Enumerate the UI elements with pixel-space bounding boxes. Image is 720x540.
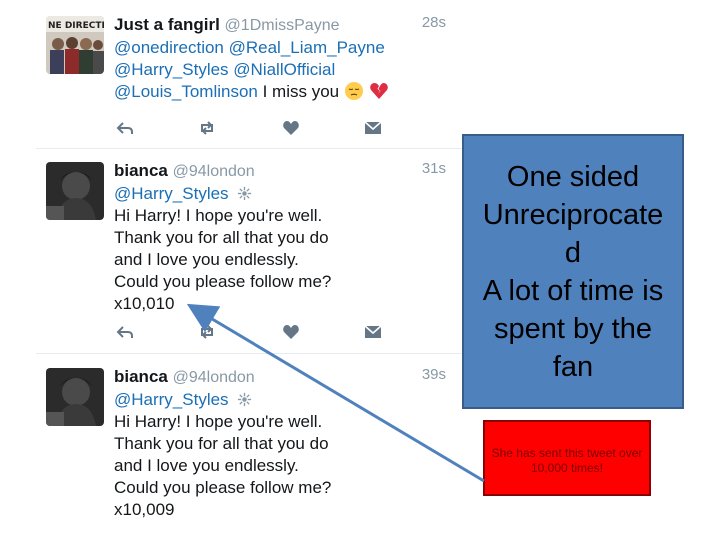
tweet-text-line: Thank you for all that you do — [114, 228, 329, 247]
like-icon[interactable] — [280, 322, 302, 342]
sunflower-badge-icon — [238, 392, 252, 407]
tweet-1: NE DIRECTION Just a fangirl @1DmissPayne… — [36, 14, 456, 135]
display-name[interactable]: Just a fangirl — [114, 15, 220, 34]
tweet-text-line: x10,010 — [114, 294, 175, 313]
annotation-line: d — [564, 236, 582, 269]
retweet-icon[interactable] — [196, 322, 218, 342]
broken-heart-icon — [369, 83, 388, 99]
tweet-text-line: Hi Harry! I hope you're well. — [114, 206, 323, 225]
tweet-mention-line: @Harry_Styles — [114, 389, 456, 411]
tweet-text-line: Hi Harry! I hope you're well. — [114, 412, 323, 431]
tweet-text-line: x10,009 — [114, 500, 175, 519]
user-handle[interactable]: @94london — [173, 369, 255, 386]
avatar[interactable] — [46, 162, 104, 220]
like-icon[interactable] — [280, 118, 302, 138]
tweet-2: bianca @94london @Harry_Styles Hi Harry!… — [36, 160, 456, 340]
tweet-mention-line: @Harry_Styles — [114, 183, 456, 205]
timestamp[interactable]: 28s — [422, 14, 446, 31]
tweet-header: bianca @94london — [114, 366, 456, 389]
dm-icon[interactable] — [362, 322, 384, 342]
tweet-body: bianca @94london @Harry_Styles Hi Harry!… — [114, 366, 456, 521]
timestamp[interactable]: 39s — [422, 366, 446, 383]
dm-icon[interactable] — [362, 118, 384, 138]
tweet-text-line[interactable]: @Harry_Styles @NiallOfficial — [114, 59, 456, 81]
tweet-text-line: Could you please follow me? — [114, 478, 332, 497]
annotation-line: A lot of time is — [482, 274, 664, 307]
user-handle[interactable]: @1DmissPayne — [225, 17, 340, 34]
mention-link[interactable]: @Harry_Styles — [114, 184, 229, 203]
avatar[interactable]: NE DIRECTION — [46, 16, 104, 74]
svg-text:NE DIRECTION: NE DIRECTION — [48, 21, 104, 31]
retweet-icon[interactable] — [196, 118, 218, 138]
tweet-text-line: and I love you endlessly. — [114, 456, 299, 475]
tweet-text-line[interactable]: @onedirection @Real_Liam_Payne — [114, 37, 456, 59]
tweet-text-line: @Louis_Tomlinson I miss you — [114, 81, 456, 103]
mention-link[interactable]: @Harry_Styles — [114, 390, 229, 409]
display-name[interactable]: bianca — [114, 161, 168, 180]
reply-icon[interactable] — [114, 322, 136, 342]
tweet-text: I miss you — [257, 82, 340, 101]
tweet-text-line: Could you please follow me? — [114, 272, 332, 291]
tweet-body: Just a fangirl @1DmissPayne @onedirectio… — [114, 14, 456, 103]
tweet-actions — [114, 118, 384, 138]
tweet-body: bianca @94london @Harry_Styles Hi Harry!… — [114, 160, 456, 315]
tweet-text-line: Thank you for all that you do — [114, 434, 329, 453]
sunflower-badge-icon — [238, 186, 252, 201]
tweet-header: Just a fangirl @1DmissPayne — [114, 14, 456, 37]
annotation-line: One sided — [506, 160, 640, 193]
avatar[interactable] — [46, 368, 104, 426]
user-handle[interactable]: @94london — [173, 163, 255, 180]
tweet-actions — [114, 322, 384, 342]
annotation-text: One sided Unreciprocate d A lot of time … — [483, 158, 664, 386]
annotation-line: Unreciprocate — [482, 198, 664, 231]
tweet-text-line: and I love you endlessly. — [114, 250, 299, 269]
reply-icon[interactable] — [114, 118, 136, 138]
divider — [36, 148, 466, 149]
mention-link[interactable]: @Louis_Tomlinson — [114, 82, 258, 101]
tweet-3: bianca @94london @Harry_Styles Hi Harry!… — [36, 366, 456, 540]
divider — [36, 353, 466, 354]
annotation-line: spent by the — [494, 312, 652, 345]
note-callout: She has sent this tweet over 10,000 time… — [483, 420, 651, 496]
display-name[interactable]: bianca — [114, 367, 168, 386]
annotation-line: fan — [552, 350, 594, 383]
tweet-header: bianca @94london — [114, 160, 456, 183]
pensive-emoji-icon — [344, 82, 363, 100]
annotation-callout: One sided Unreciprocate d A lot of time … — [462, 134, 684, 409]
timestamp[interactable]: 31s — [422, 160, 446, 177]
